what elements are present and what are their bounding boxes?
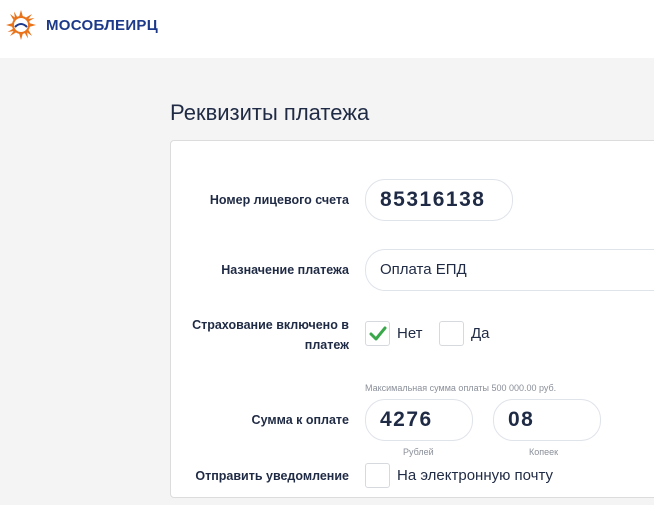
account-number-label: Номер лицевого счета [209, 193, 349, 207]
account-number-value: 85316138 [380, 188, 486, 211]
notify-email-checkbox[interactable] [365, 463, 390, 488]
insurance-no-label[interactable]: Нет [397, 324, 423, 344]
sun-logo-icon [4, 8, 38, 42]
kopecks-value: 08 [508, 408, 535, 431]
insurance-yes-label[interactable]: Да [471, 324, 490, 344]
logo-text-part-b: ЕИРЦ [115, 16, 158, 34]
amount-label: Сумма к оплате [251, 413, 349, 427]
account-number-field[interactable]: 85316138 [365, 179, 513, 221]
rubles-input[interactable]: 4276 [365, 399, 473, 441]
notify-email-label[interactable]: На электронную почту [397, 466, 553, 486]
checkmark-icon [369, 326, 387, 341]
payment-details-card: Номер лицевого счета 85316138 Назначение… [170, 140, 654, 498]
logo-text-part-a: МОСОБЛ [46, 16, 116, 34]
insurance-no-checkbox[interactable] [365, 321, 390, 346]
logo-text: МОСОБЛЕИРЦ [46, 17, 158, 34]
payment-purpose-field[interactable]: Оплата ЕПД [365, 249, 654, 291]
payment-purpose-value: Оплата ЕПД [380, 261, 467, 278]
rubles-caption: Рублей [403, 447, 434, 457]
insurance-label: Страхование включено в платеж [192, 318, 349, 352]
kopecks-input[interactable]: 08 [493, 399, 601, 441]
page-title: Реквизиты платежа [170, 100, 370, 125]
header: МОСОБЛЕИРЦ [0, 0, 654, 58]
rubles-value: 4276 [380, 408, 433, 431]
payment-purpose-label: Назначение платежа [221, 263, 349, 277]
notify-label: Отправить уведомление [195, 469, 349, 483]
insurance-yes-checkbox[interactable] [439, 321, 464, 346]
max-amount-hint: Максимальная сумма оплаты 500 000.00 руб… [365, 383, 557, 393]
kopecks-caption: Копеек [529, 447, 559, 457]
brand-logo[interactable]: МОСОБЛЕИРЦ [4, 8, 158, 42]
